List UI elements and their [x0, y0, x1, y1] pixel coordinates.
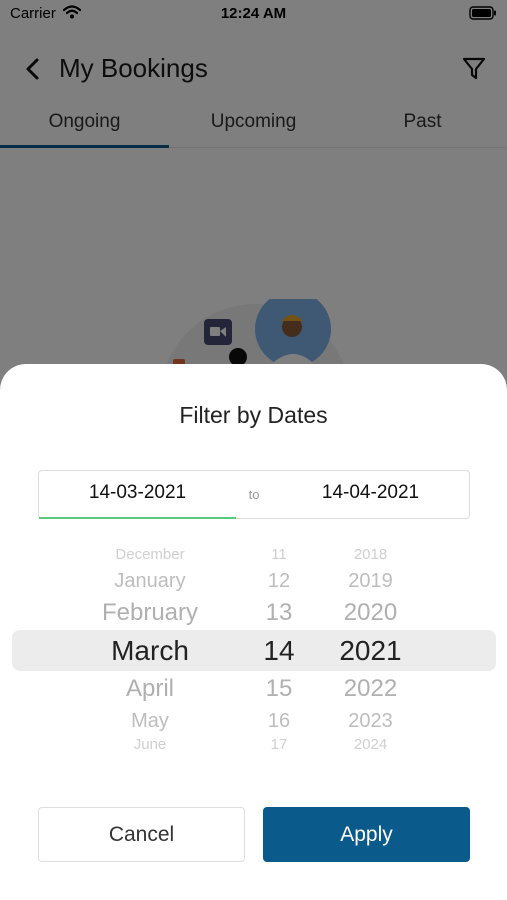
month-option[interactable]: February — [60, 598, 240, 628]
day-option[interactable]: 12 — [243, 568, 315, 594]
day-option[interactable]: 15 — [243, 674, 315, 704]
selected-day-option[interactable]: 14 — [243, 634, 315, 668]
year-option[interactable]: 2022 — [318, 674, 423, 704]
apply-button[interactable]: Apply — [263, 807, 470, 862]
year-option[interactable]: 2024 — [318, 736, 423, 754]
selected-year-option[interactable]: 2021 — [318, 634, 423, 668]
month-option[interactable]: June — [60, 736, 240, 754]
year-wheel[interactable]: 2018 2019 2020 2021 2022 2023 2024 — [318, 542, 423, 762]
day-option[interactable]: 11 — [243, 546, 315, 564]
month-option[interactable]: January — [60, 568, 240, 594]
date-picker[interactable]: December January February March April May June… — [0, 542, 507, 762]
from-date-field[interactable]: 14-03-2021 — [39, 471, 236, 518]
month-option[interactable]: December — [60, 546, 240, 564]
year-option[interactable]: 2023 — [318, 708, 423, 734]
month-option[interactable]: May — [60, 708, 240, 734]
year-option[interactable]: 2019 — [318, 568, 423, 594]
day-option[interactable]: 16 — [243, 708, 315, 734]
day-option[interactable]: 13 — [243, 598, 315, 628]
month-option[interactable]: April — [60, 674, 240, 704]
day-wheel[interactable]: 11 12 13 14 15 16 17 — [243, 542, 315, 762]
date-range-field: 14-03-2021 to 14-04-2021 — [38, 470, 470, 519]
cancel-button[interactable]: Cancel — [38, 807, 245, 862]
date-separator: to — [248, 487, 260, 502]
year-option[interactable]: 2020 — [318, 598, 423, 628]
filter-dates-sheet: Filter by Dates 14-03-2021 to 14-04-2021… — [0, 364, 507, 900]
to-date-field[interactable]: 14-04-2021 — [272, 471, 469, 518]
month-wheel[interactable]: December January February March April May June — [60, 542, 240, 762]
sheet-title: Filter by Dates — [179, 402, 328, 428]
active-field-indicator — [39, 517, 236, 519]
year-option[interactable]: 2018 — [318, 546, 423, 564]
day-option[interactable]: 17 — [243, 736, 315, 754]
selected-month-option[interactable]: March — [60, 634, 240, 668]
